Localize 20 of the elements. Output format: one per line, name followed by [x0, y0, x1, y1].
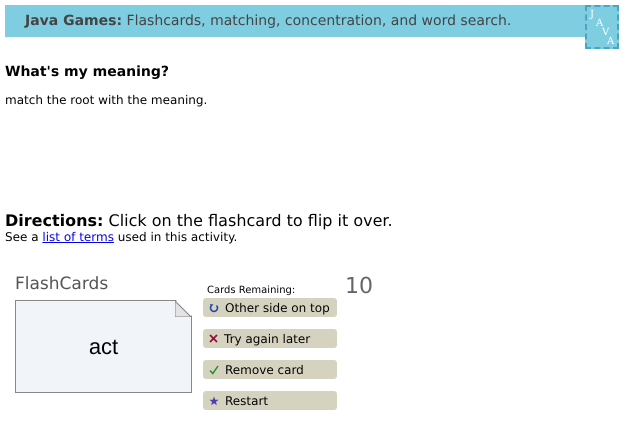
directions-text: Directions: Click on the flashcard to flip it over. [5, 211, 394, 230]
action-button[interactable]: Other side on top [203, 298, 337, 317]
remaining-label: Cards Remaining: [207, 285, 296, 296]
cross-icon [209, 334, 218, 343]
banner-title: Java Games: Flashcards, matching, concentration, and word search. [25, 13, 512, 29]
folded-corner-icon [175, 301, 191, 317]
check-icon [209, 364, 219, 374]
action-button[interactable]: Restart [203, 391, 337, 410]
star-icon [209, 396, 219, 406]
terms-sentence: See a list of terms used in this activity. [5, 230, 238, 244]
java-logo: J A V A [585, 5, 619, 49]
activity-heading: What's my meaning? [5, 64, 170, 80]
terms-link[interactable]: list of terms [42, 230, 114, 244]
action-button[interactable]: Try again later [203, 329, 337, 348]
action-button[interactable]: Remove card [203, 360, 337, 379]
activity-description: match the root with the meaning. [5, 93, 208, 107]
rotate-icon [209, 302, 219, 312]
flashcards-title: FlashCards [15, 274, 110, 294]
remaining-count: 10 [345, 274, 373, 299]
flashcard[interactable]: act [15, 300, 192, 393]
